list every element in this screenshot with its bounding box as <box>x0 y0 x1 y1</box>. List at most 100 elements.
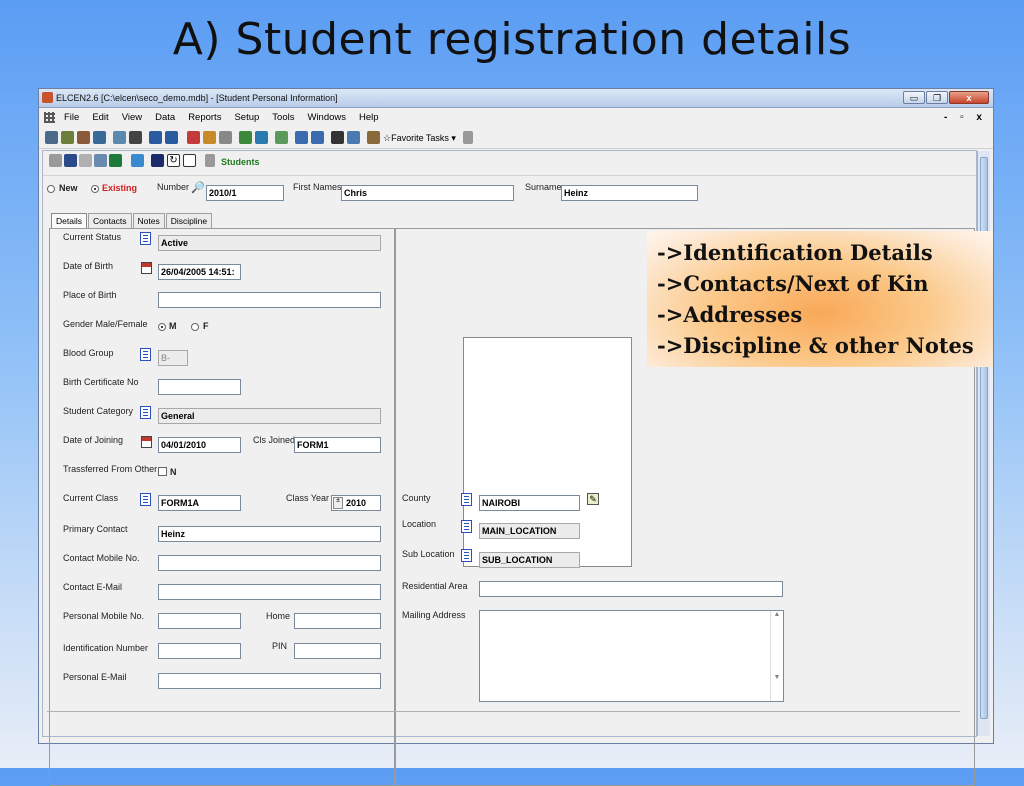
current-class-field[interactable]: FORM1A <box>158 495 241 511</box>
favorite-tasks-menu[interactable]: ☆Favorite Tasks ▾ <box>383 131 456 145</box>
calculator-icon[interactable] <box>131 154 144 167</box>
save-icon[interactable] <box>64 154 77 167</box>
grid-tool-icon[interactable] <box>149 131 162 144</box>
primary-contact-field[interactable]: Heinz <box>158 526 381 542</box>
home-tool-icon[interactable] <box>367 131 380 144</box>
existing-radio[interactable] <box>91 185 99 193</box>
mdi-window-controls[interactable]: - ▫ x <box>944 108 987 127</box>
print-tool-icon[interactable] <box>219 131 232 144</box>
first-names-label: First Names <box>293 182 342 192</box>
delete-icon[interactable] <box>79 154 92 167</box>
print-icon[interactable] <box>94 154 107 167</box>
home-phone-field[interactable] <box>294 613 381 629</box>
sub-location-list-icon[interactable] <box>461 549 472 562</box>
minimize-button[interactable]: ▭ <box>903 91 925 104</box>
date-of-birth-calendar-icon[interactable] <box>141 262 152 274</box>
timetable-tool-icon[interactable] <box>129 131 142 144</box>
cls-joined-field[interactable]: FORM1 <box>294 437 381 453</box>
tree-tool-icon[interactable] <box>463 131 473 144</box>
binoculars-icon[interactable] <box>151 154 164 167</box>
student-category-list-icon[interactable] <box>140 406 151 419</box>
location-list-icon[interactable] <box>461 520 472 533</box>
contact-email-field[interactable] <box>158 584 381 600</box>
blood-group-field[interactable]: B- <box>158 350 188 366</box>
sub-location-field[interactable]: SUB_LOCATION <box>479 552 580 568</box>
students-tool-icon[interactable] <box>45 131 58 144</box>
new-radio[interactable] <box>47 185 55 193</box>
sheet-tool-icon[interactable] <box>275 131 288 144</box>
blood-group-list-icon[interactable] <box>140 348 151 361</box>
tree-icon[interactable] <box>205 154 215 167</box>
current-status-list-icon[interactable] <box>140 232 151 245</box>
menu-setup[interactable]: Setup <box>234 108 259 127</box>
edit-county-icon[interactable]: ✎ <box>587 493 599 505</box>
menu-windows[interactable]: Windows <box>307 108 346 127</box>
report-tool-icon[interactable] <box>187 131 200 144</box>
gender-male-radio[interactable] <box>158 323 166 331</box>
county-list-icon[interactable] <box>461 493 472 506</box>
county-field[interactable]: NAIROBI <box>479 495 580 511</box>
menu-edit[interactable]: Edit <box>92 108 108 127</box>
tab-discipline[interactable]: Discipline <box>165 213 213 229</box>
residential-area-field[interactable] <box>479 581 783 597</box>
restore-button[interactable]: ❐ <box>926 91 948 104</box>
refresh-icon[interactable]: ↻ <box>167 154 180 167</box>
fees-tool-icon[interactable] <box>77 131 90 144</box>
mailing-address-field[interactable]: ▲ ▼ <box>479 610 784 702</box>
student-category-field[interactable]: General <box>158 408 381 424</box>
first-names-field[interactable]: Chris <box>341 185 514 201</box>
personal-email-field[interactable] <box>158 673 381 689</box>
tab-strip: Details Contacts Notes Discipline <box>51 213 213 229</box>
close-button[interactable]: x <box>949 91 989 104</box>
panel-divider <box>394 229 396 785</box>
identification-number-field[interactable] <box>158 643 241 659</box>
date-of-joining-field[interactable]: 04/01/2010 <box>158 437 241 453</box>
excel-icon[interactable] <box>109 154 122 167</box>
details-tool-icon[interactable] <box>311 131 324 144</box>
tab-contacts[interactable]: Contacts <box>87 213 132 229</box>
personal-mobile-field[interactable] <box>158 613 241 629</box>
marks-tool-icon[interactable] <box>93 131 106 144</box>
menu-tools[interactable]: Tools <box>272 108 294 127</box>
date-of-joining-calendar-icon[interactable] <box>141 436 152 448</box>
class-year-spinner[interactable]: ± <box>333 497 343 509</box>
classes-tool-icon[interactable] <box>113 131 126 144</box>
tab-details[interactable]: Details <box>51 213 87 229</box>
gender-female-radio[interactable] <box>191 323 199 331</box>
search-icon[interactable]: 🔎 <box>191 181 205 194</box>
find-tool-icon[interactable] <box>331 131 344 144</box>
cls-joined-label: Cls Joined <box>253 435 296 445</box>
slide-title: A) Student registration details <box>172 14 852 65</box>
windows-tool-icon[interactable] <box>347 131 360 144</box>
birth-certificate-field[interactable] <box>158 379 241 395</box>
menu-file[interactable]: File <box>64 108 79 127</box>
current-class-list-icon[interactable] <box>140 493 151 506</box>
list-tool-icon[interactable] <box>295 131 308 144</box>
main-toolbar: ☆Favorite Tasks ▾ <box>39 128 993 149</box>
transferred-checkbox[interactable] <box>158 467 167 476</box>
number-field[interactable]: 2010/1 <box>206 185 284 201</box>
date-of-birth-field[interactable]: 26/04/2005 14:51: <box>158 264 241 280</box>
pin-field[interactable] <box>294 643 381 659</box>
current-status-field[interactable]: Active <box>158 235 381 251</box>
book-tool-icon[interactable] <box>255 131 268 144</box>
library-tool-icon[interactable] <box>239 131 252 144</box>
sub-location-label: Sub Location <box>402 549 455 559</box>
table-tool-icon[interactable] <box>165 131 178 144</box>
menu-reports[interactable]: Reports <box>188 108 221 127</box>
surname-field[interactable]: Heinz <box>561 185 698 201</box>
menu-view[interactable]: View <box>122 108 142 127</box>
calendar-tool-icon[interactable] <box>203 131 216 144</box>
mailing-address-scrollbar[interactable]: ▲ ▼ <box>770 611 783 701</box>
blank-page-icon[interactable] <box>183 154 196 167</box>
location-field[interactable]: MAIN_LOCATION <box>479 523 580 539</box>
edit-icon[interactable] <box>49 154 62 167</box>
contact-mobile-field[interactable] <box>158 555 381 571</box>
place-of-birth-field[interactable] <box>158 292 381 308</box>
menu-data[interactable]: Data <box>155 108 175 127</box>
tab-notes[interactable]: Notes <box>132 213 165 229</box>
menu-help[interactable]: Help <box>359 108 379 127</box>
gender-label: Gender Male/Female <box>63 319 148 329</box>
staff-tool-icon[interactable] <box>61 131 74 144</box>
app-menu-icon[interactable] <box>44 112 55 123</box>
